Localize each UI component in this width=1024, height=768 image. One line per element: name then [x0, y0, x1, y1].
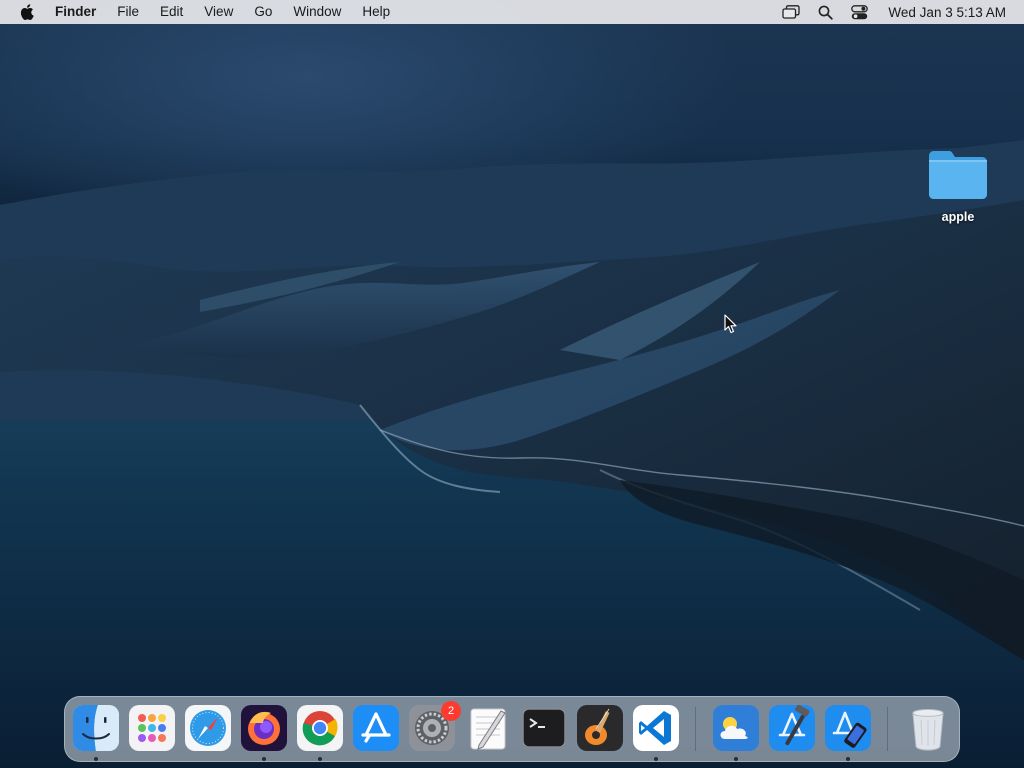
- dock-app-store[interactable]: [353, 705, 399, 751]
- simulator-icon: [825, 705, 871, 751]
- dock-simulator[interactable]: [825, 705, 871, 751]
- menu-go[interactable]: Go: [244, 0, 283, 24]
- dock-separator: [887, 707, 888, 751]
- screen-mirroring-icon[interactable]: [774, 0, 808, 24]
- control-center-icon[interactable]: [842, 0, 876, 24]
- vscode-icon: [633, 705, 679, 751]
- folder-icon: [929, 151, 987, 199]
- menu-help[interactable]: Help: [352, 0, 401, 24]
- dock-garageband[interactable]: [577, 705, 623, 751]
- running-indicator: [94, 757, 98, 761]
- dock-terminal[interactable]: [521, 705, 567, 751]
- dock-weather[interactable]: [713, 705, 759, 751]
- safari-icon: [185, 705, 231, 751]
- dock-launchpad[interactable]: [129, 705, 175, 751]
- dock-system-preferences[interactable]: 2: [409, 701, 461, 751]
- firefox-icon: [241, 705, 287, 751]
- menu-view[interactable]: View: [194, 0, 244, 24]
- dock-separator: [695, 707, 696, 751]
- desktop-wallpaper: [0, 0, 1024, 768]
- guitar-icon: [577, 705, 623, 751]
- textedit-icon: [470, 708, 506, 750]
- terminal-icon: [522, 708, 566, 748]
- desktop-folder-apple[interactable]: apple: [918, 148, 998, 224]
- apple-logo-icon[interactable]: [16, 0, 38, 24]
- notification-badge: 2: [441, 701, 461, 721]
- trash-icon: [912, 709, 944, 751]
- running-indicator: [654, 757, 658, 761]
- weather-icon: [713, 705, 759, 751]
- dock-firefox[interactable]: [241, 705, 287, 751]
- dock-safari[interactable]: [185, 705, 231, 751]
- running-indicator: [846, 757, 850, 761]
- dock-vscode[interactable]: [633, 705, 679, 751]
- dock: 2: [64, 696, 960, 762]
- running-indicator: [262, 757, 266, 761]
- menu-file[interactable]: File: [107, 0, 150, 24]
- menu-edit[interactable]: Edit: [150, 0, 194, 24]
- launchpad-icon: [129, 705, 175, 751]
- mouse-cursor-icon: [724, 314, 738, 334]
- finder-icon: [73, 705, 119, 751]
- menu-bar-clock[interactable]: Wed Jan 3 5:13 AM: [876, 5, 1024, 20]
- hammer-icon: [769, 705, 815, 751]
- menu-bar: Finder File Edit View Go Window Help Wed…: [0, 0, 1024, 24]
- desktop-folder-label: apple: [941, 210, 975, 224]
- spotlight-search-icon[interactable]: [808, 0, 842, 24]
- chrome-icon: [297, 705, 343, 751]
- app-store-icon: [353, 705, 399, 751]
- dock-xcode[interactable]: [769, 705, 815, 751]
- dock-trash[interactable]: [905, 705, 951, 751]
- menu-window[interactable]: Window: [283, 0, 352, 24]
- running-indicator: [318, 757, 322, 761]
- dock-chrome[interactable]: [297, 705, 343, 751]
- running-indicator: [734, 757, 738, 761]
- dock-textedit[interactable]: [465, 705, 511, 751]
- menu-app-name[interactable]: Finder: [38, 0, 107, 24]
- dock-finder[interactable]: [73, 705, 119, 751]
